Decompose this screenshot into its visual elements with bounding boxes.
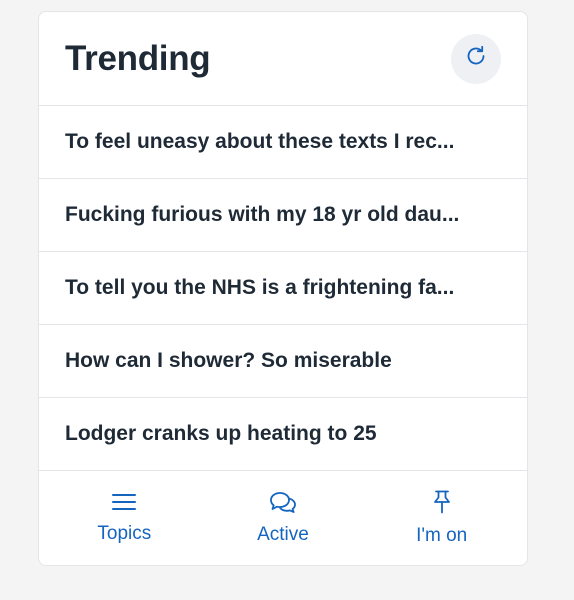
chat-bubbles-icon	[268, 490, 298, 514]
trending-list: To feel uneasy about these texts I rec..…	[39, 106, 527, 471]
thread-title: To feel uneasy about these texts I rec..…	[65, 130, 455, 153]
thread-title: Fucking furious with my 18 yr old dau...	[65, 203, 460, 226]
list-item[interactable]: Lodger cranks up heating to 25	[39, 398, 527, 471]
nav-item-im-on[interactable]: I'm on	[372, 489, 512, 547]
thread-title: How can I shower? So miserable	[65, 349, 392, 372]
nav-item-topics[interactable]: Topics	[54, 491, 194, 545]
page-title: Trending	[65, 38, 211, 78]
list-item[interactable]: To tell you the NHS is a frightening fa.…	[39, 252, 527, 325]
menu-icon	[110, 491, 138, 513]
pin-icon	[430, 489, 454, 515]
refresh-button[interactable]	[451, 33, 501, 84]
nav-item-active[interactable]: Active	[213, 490, 353, 546]
thread-title: Lodger cranks up heating to 25	[65, 422, 377, 445]
card-header: Trending	[39, 12, 527, 106]
nav-label: I'm on	[416, 525, 468, 546]
trending-card: Trending To feel uneasy about these text…	[38, 11, 528, 566]
list-item[interactable]: To feel uneasy about these texts I rec..…	[39, 106, 527, 179]
list-item[interactable]: Fucking furious with my 18 yr old dau...	[39, 179, 527, 252]
nav-label: Active	[257, 524, 309, 545]
thread-title: To tell you the NHS is a frightening fa.…	[65, 276, 455, 299]
nav-label: Topics	[97, 523, 152, 544]
refresh-icon	[464, 44, 488, 73]
bottom-nav: Topics Active I'm on	[39, 471, 527, 565]
list-item[interactable]: How can I shower? So miserable	[39, 325, 527, 398]
